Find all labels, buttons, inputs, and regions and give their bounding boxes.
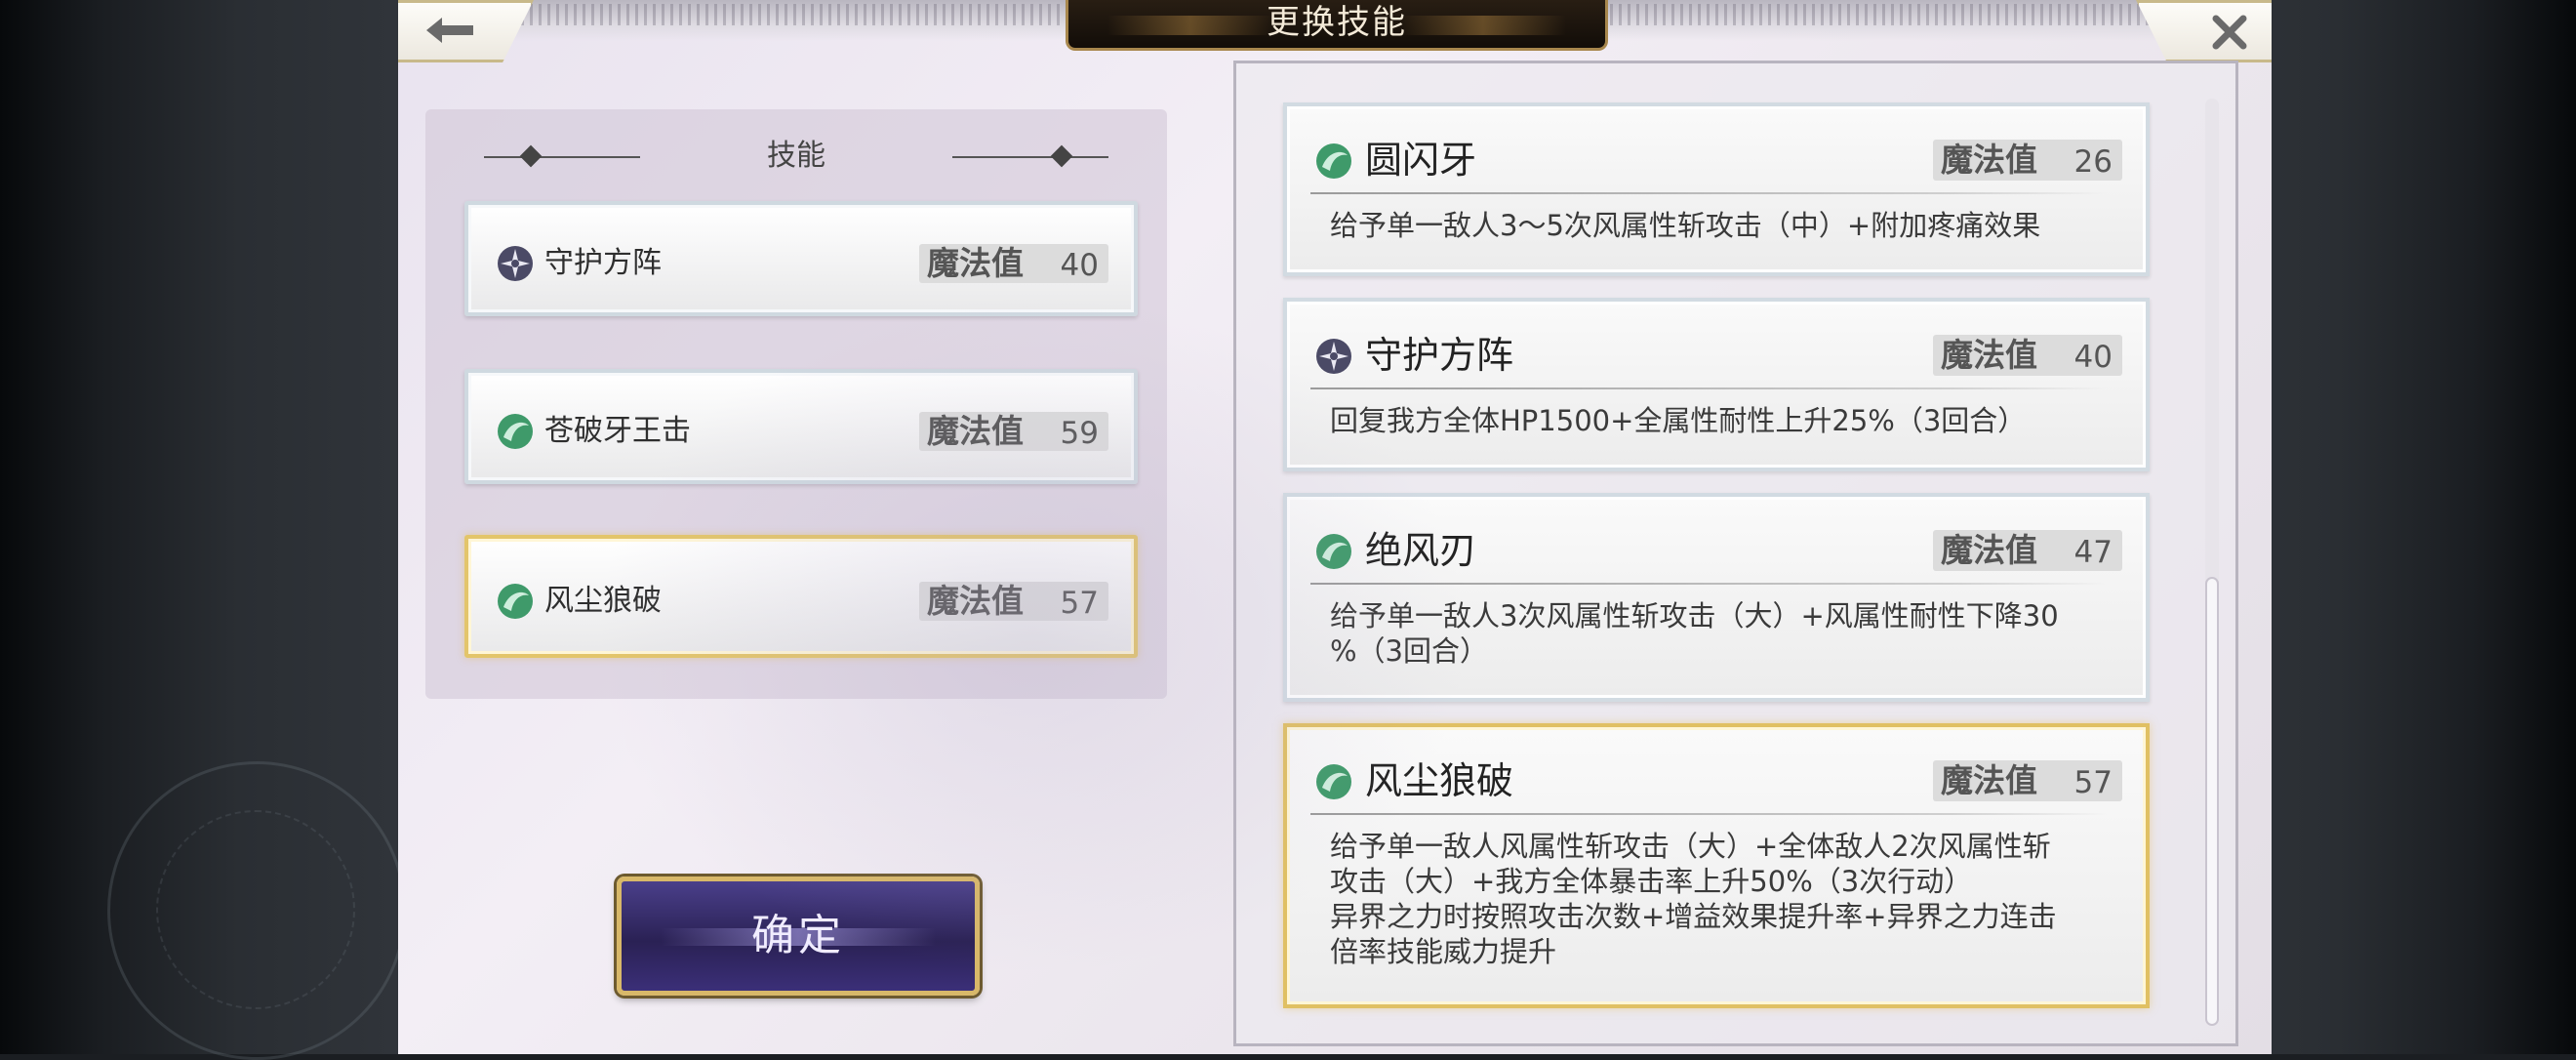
skill-name: 风尘狼破 — [1365, 759, 1514, 802]
wind-element-icon — [1316, 534, 1351, 569]
mp-badge: 魔法值 57 — [1933, 760, 2122, 801]
skill-card[interactable]: 守护方阵 魔法值 40 回复我方全体HP1500+全属性耐性上升25%（3回合） — [1283, 298, 2150, 471]
mp-label: 魔法值 — [927, 244, 1024, 282]
scrollbar-thumb[interactable] — [2205, 577, 2219, 1026]
mp-label: 魔法值 — [927, 412, 1024, 450]
mp-value: 26 — [2073, 144, 2113, 180]
skill-change-panel: 更换技能 技能 守护方阵 魔法值 40 苍破牙王击 魔法值 59 风尘狼破 魔法… — [398, 0, 2272, 1054]
skill-description: 回复我方全体HP1500+全属性耐性上升25%（3回合） — [1330, 404, 2027, 437]
mp-value: 57 — [2073, 765, 2113, 800]
scrollbar[interactable] — [2205, 99, 2219, 1026]
wind-element-icon — [1316, 143, 1351, 179]
mp-label: 魔法值 — [1941, 761, 2037, 799]
title-bar: 更换技能 — [1066, 0, 1608, 51]
page-title: 更换技能 — [1267, 3, 1407, 42]
title-deco-left — [1107, 16, 1273, 35]
mp-badge: 魔法值 40 — [919, 244, 1108, 283]
title-deco-right — [1400, 16, 1566, 35]
header-diamond-left — [519, 144, 543, 168]
wind-element-icon — [1316, 764, 1351, 799]
mp-value: 40 — [2073, 340, 2113, 375]
card-divider — [1310, 813, 2107, 815]
header-line-left — [484, 156, 640, 158]
header-diamond-right — [1050, 144, 1073, 168]
mp-badge: 魔法值 40 — [1933, 335, 2122, 376]
wind-element-icon — [498, 414, 533, 449]
close-button[interactable] — [2136, 0, 2272, 62]
skill-name: 绝风刃 — [1365, 529, 1477, 572]
mp-label: 魔法值 — [927, 582, 1024, 620]
skill-name: 风尘狼破 — [544, 584, 662, 618]
shield-guard-icon — [1316, 339, 1351, 374]
skill-list-panel: 圆闪牙 魔法值 26 给予单一敌人3～5次风属性斩攻击（中）+附加疼痛效果 守护… — [1233, 61, 2238, 1046]
card-divider — [1310, 583, 2107, 585]
mp-badge: 魔法值 57 — [919, 582, 1108, 621]
equipped-skills-header: 技能 — [425, 137, 1167, 176]
shield-guard-icon — [498, 246, 533, 281]
mp-value: 59 — [1060, 416, 1099, 451]
skill-name: 守护方阵 — [1365, 334, 1514, 377]
confirm-button[interactable]: 确定 — [617, 877, 980, 996]
mp-value: 57 — [1060, 586, 1099, 621]
mp-badge: 魔法值 47 — [1933, 530, 2122, 571]
confirm-label: 确定 — [751, 911, 845, 960]
mp-badge: 魔法值 26 — [1933, 140, 2122, 181]
wind-element-icon — [498, 584, 533, 619]
back-button[interactable] — [398, 0, 534, 62]
decorative-ring-inner — [156, 810, 355, 1009]
equipped-skills-box: 技能 守护方阵 魔法值 40 苍破牙王击 魔法值 59 风尘狼破 魔法值 57 — [425, 109, 1167, 699]
equipped-skills-label: 技能 — [767, 139, 825, 173]
skill-description: 给予单一敌人3次风属性斩攻击（大）+风属性耐性下降30 %（3回合） — [1330, 599, 2059, 668]
skill-card-selected[interactable]: 风尘狼破 魔法值 57 给予单一敌人风属性斩攻击（大）+全体敌人2次风属性斩 攻… — [1283, 723, 2150, 1008]
card-divider — [1310, 387, 2107, 389]
skill-description: 给予单一敌人3～5次风属性斩攻击（中）+附加疼痛效果 — [1330, 209, 2041, 242]
left-background — [0, 0, 406, 1060]
mp-value: 47 — [2073, 535, 2113, 570]
header-line-right — [952, 156, 1108, 158]
skill-card[interactable]: 圆闪牙 魔法值 26 给予单一敌人3～5次风属性斩攻击（中）+附加疼痛效果 — [1283, 102, 2150, 276]
mp-label: 魔法值 — [1941, 531, 2037, 569]
skill-name: 守护方阵 — [544, 246, 662, 280]
skill-name: 苍破牙王击 — [544, 414, 691, 448]
equipped-slot-1[interactable]: 守护方阵 魔法值 40 — [464, 201, 1138, 316]
skill-card[interactable]: 绝风刃 魔法值 47 给予单一敌人3次风属性斩攻击（大）+风属性耐性下降30 %… — [1283, 493, 2150, 702]
equipped-slot-3[interactable]: 风尘狼破 魔法值 57 — [464, 535, 1138, 658]
skill-name: 圆闪牙 — [1365, 139, 1477, 182]
mp-label: 魔法值 — [1941, 336, 2037, 374]
back-arrow-icon — [426, 18, 473, 43]
mp-label: 魔法值 — [1941, 141, 2037, 179]
skill-description: 给予单一敌人风属性斩攻击（大）+全体敌人2次风属性斩 攻击（大）+我方全体暴击率… — [1330, 830, 2057, 968]
mp-value: 40 — [1060, 248, 1099, 283]
card-divider — [1310, 192, 2107, 194]
equipped-slot-2[interactable]: 苍破牙王击 魔法值 59 — [464, 369, 1138, 484]
mp-badge: 魔法值 59 — [919, 412, 1108, 451]
close-icon — [2212, 15, 2247, 50]
